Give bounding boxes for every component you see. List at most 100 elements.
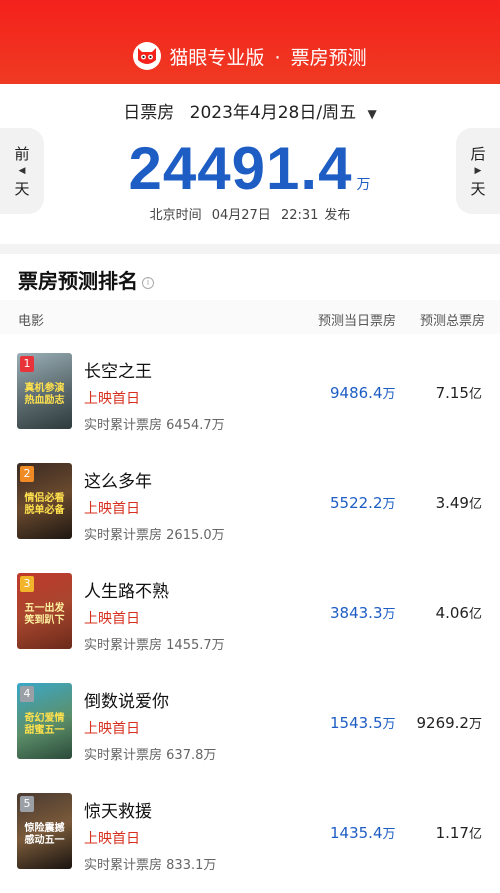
chevron-left-icon: ◀ [18,166,26,176]
realtime-value: 2615.0万 [166,528,225,543]
pred-unit: 万 [382,827,396,842]
ranking-title-text: 票房预测排名 [18,269,138,293]
release-tag: 上映首日 [84,721,140,737]
daily-summary: 日票房 2023年4月28日/周五 ▼ 24491.4 万 北京时间 04月27日… [0,84,500,244]
page-name: 票房预测 [290,46,367,69]
predicted-today: 1435.4万 [330,823,396,842]
poster-slogan: 真机参演 热血励志 [24,383,65,406]
pred-value: 1435.4 [330,824,383,842]
realtime-box-office: 实时累计票房 6454.7万 [84,414,225,433]
realtime-box-office: 实时累计票房 1455.7万 [84,634,225,653]
total-box-office-unit: 万 [356,176,372,192]
total-box-office: 24491.4 万 [0,134,500,203]
movie-poster: 3 五一出发 笑到趴下 [17,573,72,649]
ranking-title: 票房预测排名 i [18,265,154,294]
total-value: 4.06 [435,604,469,622]
section-divider [0,244,500,254]
predicted-total: 7.15亿 [436,383,482,402]
publish-info: 北京时间 04月27日 22:31 发布 [0,204,500,223]
release-tag: 上映首日 [84,501,140,517]
info-icon[interactable]: i [142,276,154,289]
rank-badge: 2 [20,466,34,482]
predicted-total: 9269.2万 [416,713,482,732]
rank-badge: 5 [20,796,34,812]
movie-poster: 4 奇幻爱情 甜蜜五一 [17,683,72,759]
realtime-label: 实时累计票房 [84,858,163,873]
movie-poster: 1 真机参演 热血励志 [17,353,72,429]
publish-time: 22:31 [280,208,319,223]
previous-day-button[interactable]: 前 ◀ 天 [0,128,44,214]
predicted-today: 5522.2万 [330,493,396,512]
publish-suffix: 发布 [324,208,351,223]
rank-badge: 4 [20,686,34,702]
prev-label-2: 天 [14,180,30,198]
pred-unit: 万 [382,497,396,512]
realtime-label: 实时累计票房 [84,638,163,653]
realtime-value: 6454.7万 [166,418,225,433]
movie-title[interactable]: 这么多年 [84,467,152,492]
total-unit: 亿 [468,607,482,622]
column-movie: 电影 [18,314,45,329]
total-unit: 万 [468,717,482,732]
predicted-total: 4.06亿 [436,603,482,622]
realtime-box-office: 实时累计票房 637.8万 [84,744,216,763]
movie-row[interactable]: 4 奇幻爱情 甜蜜五一 倒数说爱你 上映首日 实时累计票房 637.8万 154… [0,673,500,783]
movie-title[interactable]: 倒数说爱你 [84,687,169,712]
realtime-label: 实时累计票房 [84,528,163,543]
brand-title: 猫眼专业版 · 票房预测 [0,38,500,74]
total-value: 1.17 [435,824,469,842]
pred-value: 1543.5 [330,714,383,732]
total-box-office-value: 24491.4 [128,135,353,202]
top-banner: 猫眼专业版 · 票房预测 [0,0,500,84]
movie-row[interactable]: 1 真机参演 热血励志 长空之王 上映首日 实时累计票房 6454.7万 948… [0,343,500,453]
total-unit: 亿 [468,827,482,842]
realtime-value: 1455.7万 [166,638,225,653]
predicted-total: 3.49亿 [436,493,482,512]
rank-badge: 3 [20,576,34,592]
chevron-right-icon: ▶ [474,166,482,176]
total-value: 3.49 [435,494,469,512]
movie-title[interactable]: 惊天救援 [84,797,152,822]
realtime-label: 实时累计票房 [84,748,163,763]
publish-date: 04月27日 [211,208,271,223]
realtime-value: 637.8万 [166,748,217,763]
next-day-button[interactable]: 后 ▶ 天 [456,128,500,214]
realtime-box-office: 实时累计票房 2615.0万 [84,524,225,543]
predicted-today: 9486.4万 [330,383,396,402]
pred-value: 9486.4 [330,384,383,402]
prev-label-1: 前 [14,145,30,163]
realtime-value: 833.1万 [166,858,217,873]
poster-slogan: 惊险震撼 感动五一 [24,823,65,846]
date-label: 日票房 [123,103,175,123]
pred-unit: 万 [382,717,396,732]
next-label-1: 后 [470,145,486,163]
movie-title[interactable]: 人生路不熟 [84,577,169,602]
realtime-label: 实时累计票房 [84,418,163,433]
date-value: 2023年4月28日/周五 [189,103,357,123]
pred-unit: 万 [382,387,396,402]
title-separator: · [274,46,281,69]
release-tag: 上映首日 [84,611,140,627]
movie-title[interactable]: 长空之王 [84,357,152,382]
rank-badge: 1 [20,356,34,372]
pred-value: 5522.2 [330,494,383,512]
movie-poster: 5 惊险震撼 感动五一 [17,793,72,869]
pred-unit: 万 [382,607,396,622]
date-selector[interactable]: 日票房 2023年4月28日/周五 ▼ [0,98,500,123]
movie-row[interactable]: 5 惊险震撼 感动五一 惊天救援 上映首日 实时累计票房 833.1万 1435… [0,783,500,893]
movie-row[interactable]: 3 五一出发 笑到趴下 人生路不熟 上映首日 实时累计票房 1455.7万 38… [0,563,500,673]
pred-value: 3843.3 [330,604,383,622]
realtime-box-office: 实时累计票房 833.1万 [84,854,216,873]
total-unit: 亿 [468,497,482,512]
caret-down-icon[interactable]: ▼ [368,107,377,121]
poster-slogan: 五一出发 笑到趴下 [24,603,65,626]
next-label-2: 天 [470,180,486,198]
total-value: 7.15 [435,384,469,402]
poster-slogan: 情侣必看 脱单必备 [24,493,65,516]
total-unit: 亿 [468,387,482,402]
column-predicted-total[interactable]: 预测总票房 [420,310,485,329]
publish-prefix: 北京时间 [149,208,202,223]
movie-poster: 2 情侣必看 脱单必备 [17,463,72,539]
movie-row[interactable]: 2 情侣必看 脱单必备 这么多年 上映首日 实时累计票房 2615.0万 552… [0,453,500,563]
column-predicted-today[interactable]: 预测当日票房 [318,310,396,329]
